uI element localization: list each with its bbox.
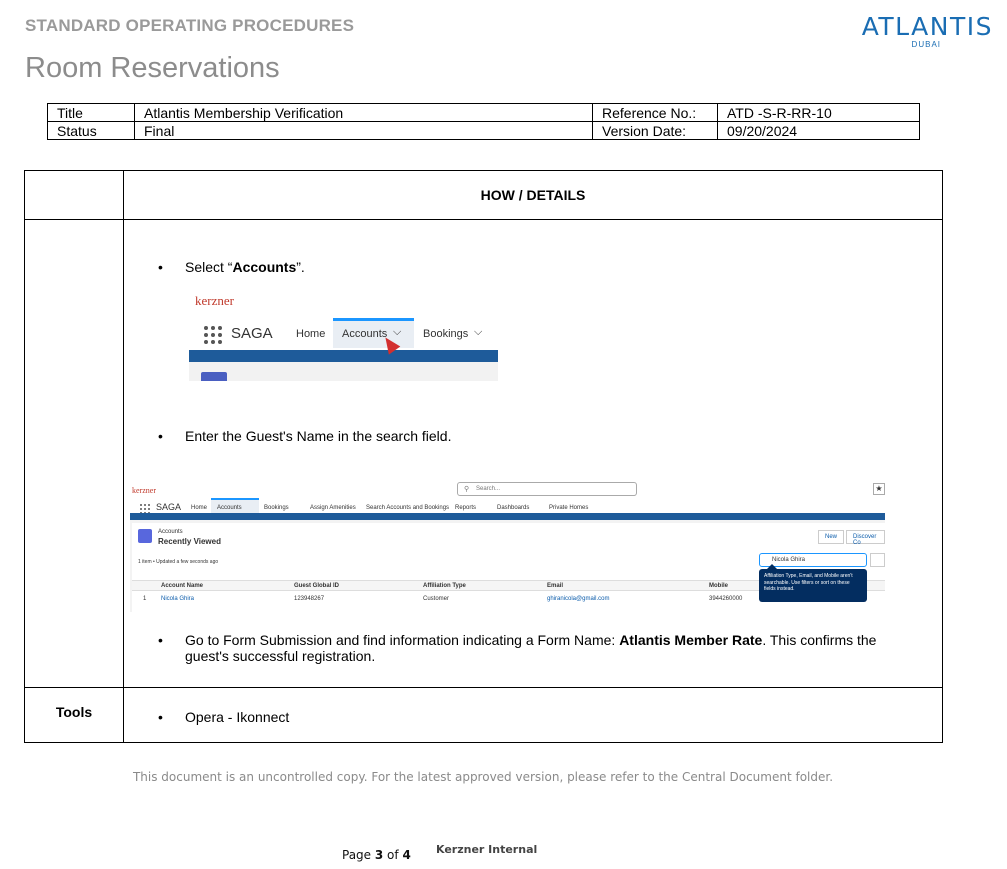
page-area [189, 362, 498, 381]
uncontrolled-copy-note: This document is an uncontrolled copy. F… [132, 770, 834, 784]
how-details-header: HOW / DETAILS [123, 170, 943, 220]
tools-row: Tools • Opera - Ikonnect [24, 687, 943, 743]
logo-sub: DUBAI [911, 40, 941, 49]
app-launcher-icon[interactable] [204, 326, 222, 344]
atlantis-logo: ATLANTIS DUBAI [862, 12, 993, 49]
affiliation-type: Customer [423, 596, 450, 602]
search-placeholder: Search... [476, 486, 501, 492]
empty-step-cell [24, 219, 124, 688]
step-enter-guest-name: • Enter the Guest's Name in the search f… [158, 428, 452, 444]
object-label: Accounts [158, 529, 183, 535]
title-label: Title [47, 103, 135, 122]
ref-value: ATD -S-R-RR-10 [717, 103, 920, 122]
page-number: Page 3 of 4 [342, 848, 411, 862]
nav-item[interactable]: Accounts [217, 505, 242, 511]
page-total: 4 [402, 848, 411, 862]
tools-value: Opera - Ikonnect [185, 709, 290, 725]
screenshot-accounts-search: kerzner ⚲ Search... ★ SAGA Home Accounts… [130, 482, 885, 612]
version-label: Version Date: [592, 121, 718, 140]
nav-accounts[interactable]: Accounts [342, 328, 387, 340]
guest-id: 123948267 [294, 596, 325, 602]
kerzner-brand: kerzner [132, 486, 156, 495]
status-value: Final [134, 121, 593, 140]
logo-name: ATLANTIS [861, 12, 993, 41]
gear-icon[interactable] [870, 553, 885, 567]
nav-item[interactable]: Private Homes [549, 505, 588, 511]
app-name: SAGA [156, 502, 182, 512]
screenshot-accounts-nav: kerzner SAGA Home Accounts ⌵ Bookings ⌵ [189, 288, 498, 381]
column-header[interactable]: Mobile [709, 583, 728, 589]
nav-item[interactable]: Reports [455, 505, 476, 511]
bullet-dot: • [158, 709, 163, 725]
page-current: 3 [374, 848, 384, 862]
accounts-object-icon [138, 529, 152, 543]
nav-item[interactable]: Dashboards [497, 505, 529, 511]
nav-home[interactable]: Home [296, 328, 325, 340]
bullet-dot: • [158, 259, 163, 275]
nav-bookings[interactable]: Bookings [423, 328, 468, 340]
nav-item[interactable]: Bookings [264, 505, 289, 511]
meta-table: Title Atlantis Membership Verification R… [47, 103, 920, 140]
section-title: Room Reservations [25, 52, 280, 84]
sop-header: STANDARD OPERATING PROCEDURES [25, 16, 355, 35]
step1-suffix: ”. [296, 259, 305, 275]
header-band [189, 350, 498, 362]
step-select-accounts: • Select “Accounts”. [158, 259, 305, 275]
column-header[interactable]: Account Name [161, 583, 203, 589]
procedure-body-row: • Select “Accounts”. kerzner SAGA Home A… [24, 219, 943, 688]
step2-text: Enter the Guest's Name in the search fie… [185, 428, 452, 444]
list-search-value: Nicola Ghira [772, 557, 806, 563]
new-button[interactable]: New [818, 530, 845, 544]
classification-label: Kerzner Internal [436, 843, 538, 856]
meta-row: Status Final Version Date: 09/20/2024 [47, 121, 920, 140]
row-number: 1 [143, 596, 147, 602]
app-name: SAGA [231, 325, 273, 342]
search-icon: ⚲ [464, 486, 470, 493]
version-value: 09/20/2024 [717, 121, 920, 140]
bullet-dot: • [158, 428, 163, 444]
step1-prefix: Select “ [185, 259, 233, 275]
step3-prefix: Go to Form Submission and find informati… [185, 632, 620, 648]
title-value: Atlantis Membership Verification [134, 103, 593, 122]
details-cell: • Select “Accounts”. kerzner SAGA Home A… [123, 219, 943, 688]
nav-item[interactable]: Search Accounts and Bookings [366, 505, 449, 511]
page-sep: of [383, 848, 403, 862]
column-header[interactable]: Affiliation Type [423, 583, 466, 589]
column-header[interactable]: Guest Global ID [294, 583, 339, 589]
list-status-line: 1 item • Updated a few seconds ago [138, 559, 219, 565]
step-check-form-submission: • Go to Form Submission and find informa… [158, 632, 915, 664]
discover-button[interactable]: Discover Co [846, 530, 885, 546]
ref-label: Reference No.: [592, 103, 718, 122]
favorites-star-icon[interactable]: ★ [873, 483, 885, 495]
header-band [130, 513, 885, 520]
status-label: Status [47, 121, 135, 140]
nav-item[interactable]: Assign Amenities [310, 505, 356, 511]
empty-header-cell [24, 170, 124, 220]
object-icon [201, 372, 227, 381]
list-view-name[interactable]: Recently Viewed [158, 537, 221, 546]
step3-bold: Atlantis Member Rate [619, 632, 763, 648]
procedure-header-row: HOW / DETAILS [24, 170, 943, 220]
search-tooltip: Affiliation Type, Email, and Mobile aren… [759, 564, 867, 602]
nav-item[interactable]: Home [191, 505, 207, 511]
procedure-table: HOW / DETAILS • Select “Accounts”. kerzn… [24, 170, 943, 743]
page-prefix: Page [342, 848, 375, 862]
global-search-input[interactable]: ⚲ Search... [457, 482, 637, 496]
tools-cell: • Opera - Ikonnect [123, 687, 943, 743]
mobile: 3944260000 [709, 596, 743, 602]
meta-row: Title Atlantis Membership Verification R… [47, 103, 920, 122]
step1-bold: Accounts [232, 259, 297, 275]
chevron-down-icon[interactable]: ⌵ [474, 326, 482, 339]
email-link[interactable]: ghiranicola@gmail.com [547, 596, 609, 602]
column-header[interactable]: Email [547, 583, 563, 589]
kerzner-brand: kerzner [195, 293, 234, 308]
account-name-link[interactable]: Nicola Ghira [161, 596, 194, 602]
tools-label: Tools [24, 687, 124, 743]
bullet-dot: • [158, 632, 163, 648]
tools-item: • Opera - Ikonnect [158, 709, 290, 725]
